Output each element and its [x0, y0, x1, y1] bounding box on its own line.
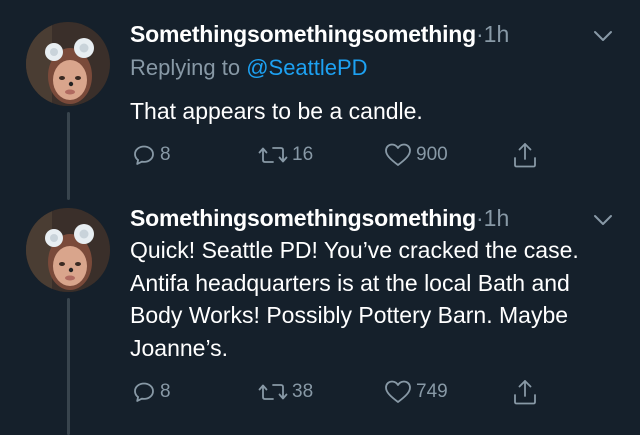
retweet-button[interactable]: 16: [258, 140, 313, 170]
reply-button[interactable]: 8: [132, 140, 171, 170]
share-icon: [514, 380, 536, 405]
tweet-header: Somethingsomethingsomething·1h: [130, 20, 509, 48]
reply-button[interactable]: 8: [132, 377, 171, 407]
tweet-actions: 8 38 749: [132, 377, 552, 407]
tweet-text: That appears to be a candle.: [130, 98, 423, 124]
avatar-image: [26, 22, 110, 106]
tweet-header: Somethingsomethingsomething·1h: [130, 204, 509, 232]
retweet-icon: [258, 384, 288, 400]
replying-to: Replying to @SeattlePD: [130, 54, 368, 82]
tweet-time[interactable]: 1h: [484, 205, 510, 231]
tweet-2[interactable]: Somethingsomethingsomething·1h Quick! Se…: [0, 200, 640, 435]
avatar[interactable]: [26, 22, 110, 106]
reply-icon: [134, 145, 154, 165]
share-icon: [514, 143, 536, 168]
retweet-icon: [258, 147, 288, 163]
heart-icon: [385, 380, 411, 403]
author-name[interactable]: Somethingsomethingsomething: [130, 21, 476, 47]
tweet-actions: 8 16 900: [132, 140, 552, 170]
retweet-count: 38: [292, 381, 314, 402]
header-separator: ·: [476, 205, 484, 231]
chevron-down-icon[interactable]: [592, 28, 614, 44]
reply-count: 8: [160, 144, 171, 165]
reply-icon: [134, 382, 154, 402]
thread-line: [67, 112, 70, 200]
like-button[interactable]: 749: [384, 377, 448, 407]
avatar[interactable]: [26, 208, 110, 292]
replying-prefix: Replying to: [130, 55, 247, 80]
retweet-count: 16: [292, 144, 314, 165]
tweet-time[interactable]: 1h: [484, 21, 510, 47]
like-count: 749: [416, 381, 448, 402]
avatar-image: [26, 208, 110, 292]
reply-count: 8: [160, 381, 171, 402]
share-button[interactable]: [512, 377, 538, 407]
replying-handle-link[interactable]: @SeattlePD: [246, 55, 367, 80]
tweet-text: Quick! Seattle PD! You’ve cracked the ca…: [130, 237, 579, 361]
author-name[interactable]: Somethingsomethingsomething: [130, 205, 476, 231]
like-count: 900: [416, 144, 448, 165]
tweet-1[interactable]: Somethingsomethingsomething·1h Replying …: [0, 0, 640, 200]
chevron-down-icon[interactable]: [592, 212, 614, 228]
like-button[interactable]: 900: [384, 140, 448, 170]
retweet-button[interactable]: 38: [258, 377, 313, 407]
heart-icon: [385, 143, 411, 166]
thread-line: [67, 298, 70, 435]
share-button[interactable]: [512, 140, 538, 170]
header-separator: ·: [476, 21, 484, 47]
